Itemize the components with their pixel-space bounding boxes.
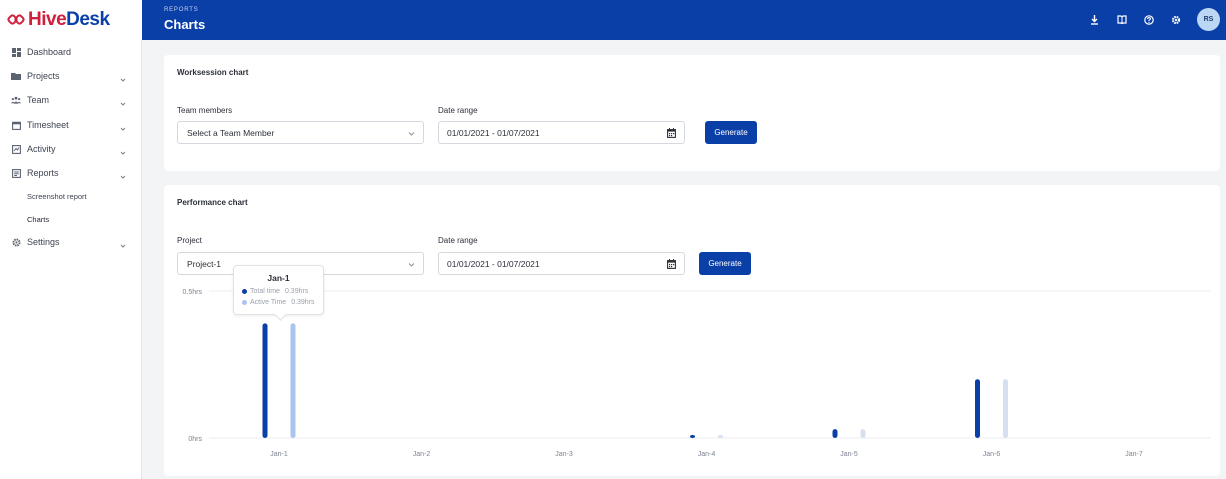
settings-gear-icon[interactable] [1169,11,1182,28]
performance-bar-chart: 0hrs 0.5hrs Jan-1 Jan-2 Jan-3 Jan-4 Jan-5 Jan-6… [183,289,1210,458]
team-member-select-value: Select a Team Member [187,127,275,138]
calendar-icon[interactable] [667,128,676,140]
chevron-down-icon [120,237,126,255]
chart-bar [975,379,980,438]
date-range-label: Date range [438,106,478,115]
chevron-down-icon [120,95,126,113]
sidebar-item-label: Settings [27,237,60,247]
sidebar-item-timesheet[interactable]: Timesheet [0,115,142,135]
worksession-title: Worksession chart [177,68,249,77]
sidebar-item-label: Team [27,95,50,105]
sidebar-item-team[interactable]: Team [0,90,142,110]
tooltip-row-active: Active Time 0.39hrs [242,299,315,306]
x-tick-label: Jan-7 [1125,451,1143,458]
chevron-down-icon [120,120,126,138]
sidebar-item-activity[interactable]: Activity [0,139,142,159]
x-tick-label: Jan-5 [840,451,858,458]
avatar[interactable]: RS [1197,8,1220,31]
settings-icon [11,237,21,247]
activity-icon [11,144,21,154]
logo-mark-icon [6,13,26,27]
sidebar-item-label: Activity [27,144,56,154]
book-icon[interactable] [1115,11,1128,28]
x-tick-label: Jan-6 [983,451,1001,458]
chevron-down-icon [120,144,126,162]
x-tick-label: Jan-1 [270,451,288,458]
sidebar: Dashboard Projects Team Timesheet Activi… [0,40,142,479]
chevron-down-icon [120,71,126,89]
worksession-generate-button[interactable]: Generate [705,121,757,144]
tooltip-value: 0.39hrs [284,288,309,295]
chart-bar [1003,379,1008,438]
team-members-label: Team members [177,106,233,115]
performance-card: Performance chart Project Project-1 Date… [164,185,1220,476]
tooltip-label: Active Time [250,299,287,306]
chart-bar [860,429,866,438]
sidebar-item-projects[interactable]: Projects [0,66,142,86]
date-range-value: 01/01/2021 - 01/07/2021 [447,127,540,138]
folder-icon [11,71,21,81]
x-tick-label: Jan-4 [698,451,716,458]
tooltip-label: Total time [250,288,280,295]
chart-bar [262,323,268,438]
logo-text: HiveDesk [28,9,110,30]
y-tick-label: 0.5hrs [183,289,203,296]
team-icon [11,95,21,105]
download-icon[interactable] [1088,11,1101,28]
sidebar-item-settings[interactable]: Settings [0,232,142,252]
x-tick-label: Jan-2 [413,451,431,458]
x-tick-label: Jan-3 [555,451,573,458]
chevron-down-icon [408,129,415,139]
dashboard-icon [11,47,21,57]
chart-bar [832,429,838,438]
logo[interactable]: HiveDesk [0,0,142,40]
sidebar-item-label: Timesheet [27,120,69,130]
y-tick-label: 0hrs [188,436,202,443]
sidebar-item-label: Dashboard [27,47,72,57]
team-member-select[interactable]: Select a Team Member [177,121,424,144]
help-icon[interactable] [1142,11,1155,28]
legend-dot-icon [242,289,247,294]
sidebar-item-reports[interactable]: Reports [0,163,142,183]
reports-icon [11,168,21,178]
sidebar-item-label: Projects [27,71,60,81]
calendar-icon [11,120,21,130]
sidebar-item-label: Reports [27,168,59,178]
chart-bar [690,435,695,438]
sidebar-item-dashboard[interactable]: Dashboard [0,42,142,62]
worksession-date-range-input[interactable]: 01/01/2021 - 01/07/2021 [438,121,685,144]
chevron-down-icon [120,168,126,186]
page-title: Charts [164,17,206,32]
tooltip-row-total: Total time 0.39hrs [242,288,308,295]
chart-bar [718,435,723,438]
tooltip-title: Jan-1 [267,273,290,283]
sidebar-subitem-screenshot-report[interactable]: Screenshot report [27,192,87,201]
top-header: HiveDesk REPORTS Charts RS [0,0,1226,40]
sidebar-subitem-charts[interactable]: Charts [27,215,49,224]
legend-dot-icon [242,300,247,305]
worksession-card: Worksession chart Team members Select a … [164,55,1220,171]
chart-tooltip: Jan-1 Total time 0.39hrs Active Time 0.3… [233,265,324,315]
breadcrumb: REPORTS [164,7,199,13]
tooltip-value: 0.39hrs [291,299,315,306]
chart-bar [290,323,296,438]
